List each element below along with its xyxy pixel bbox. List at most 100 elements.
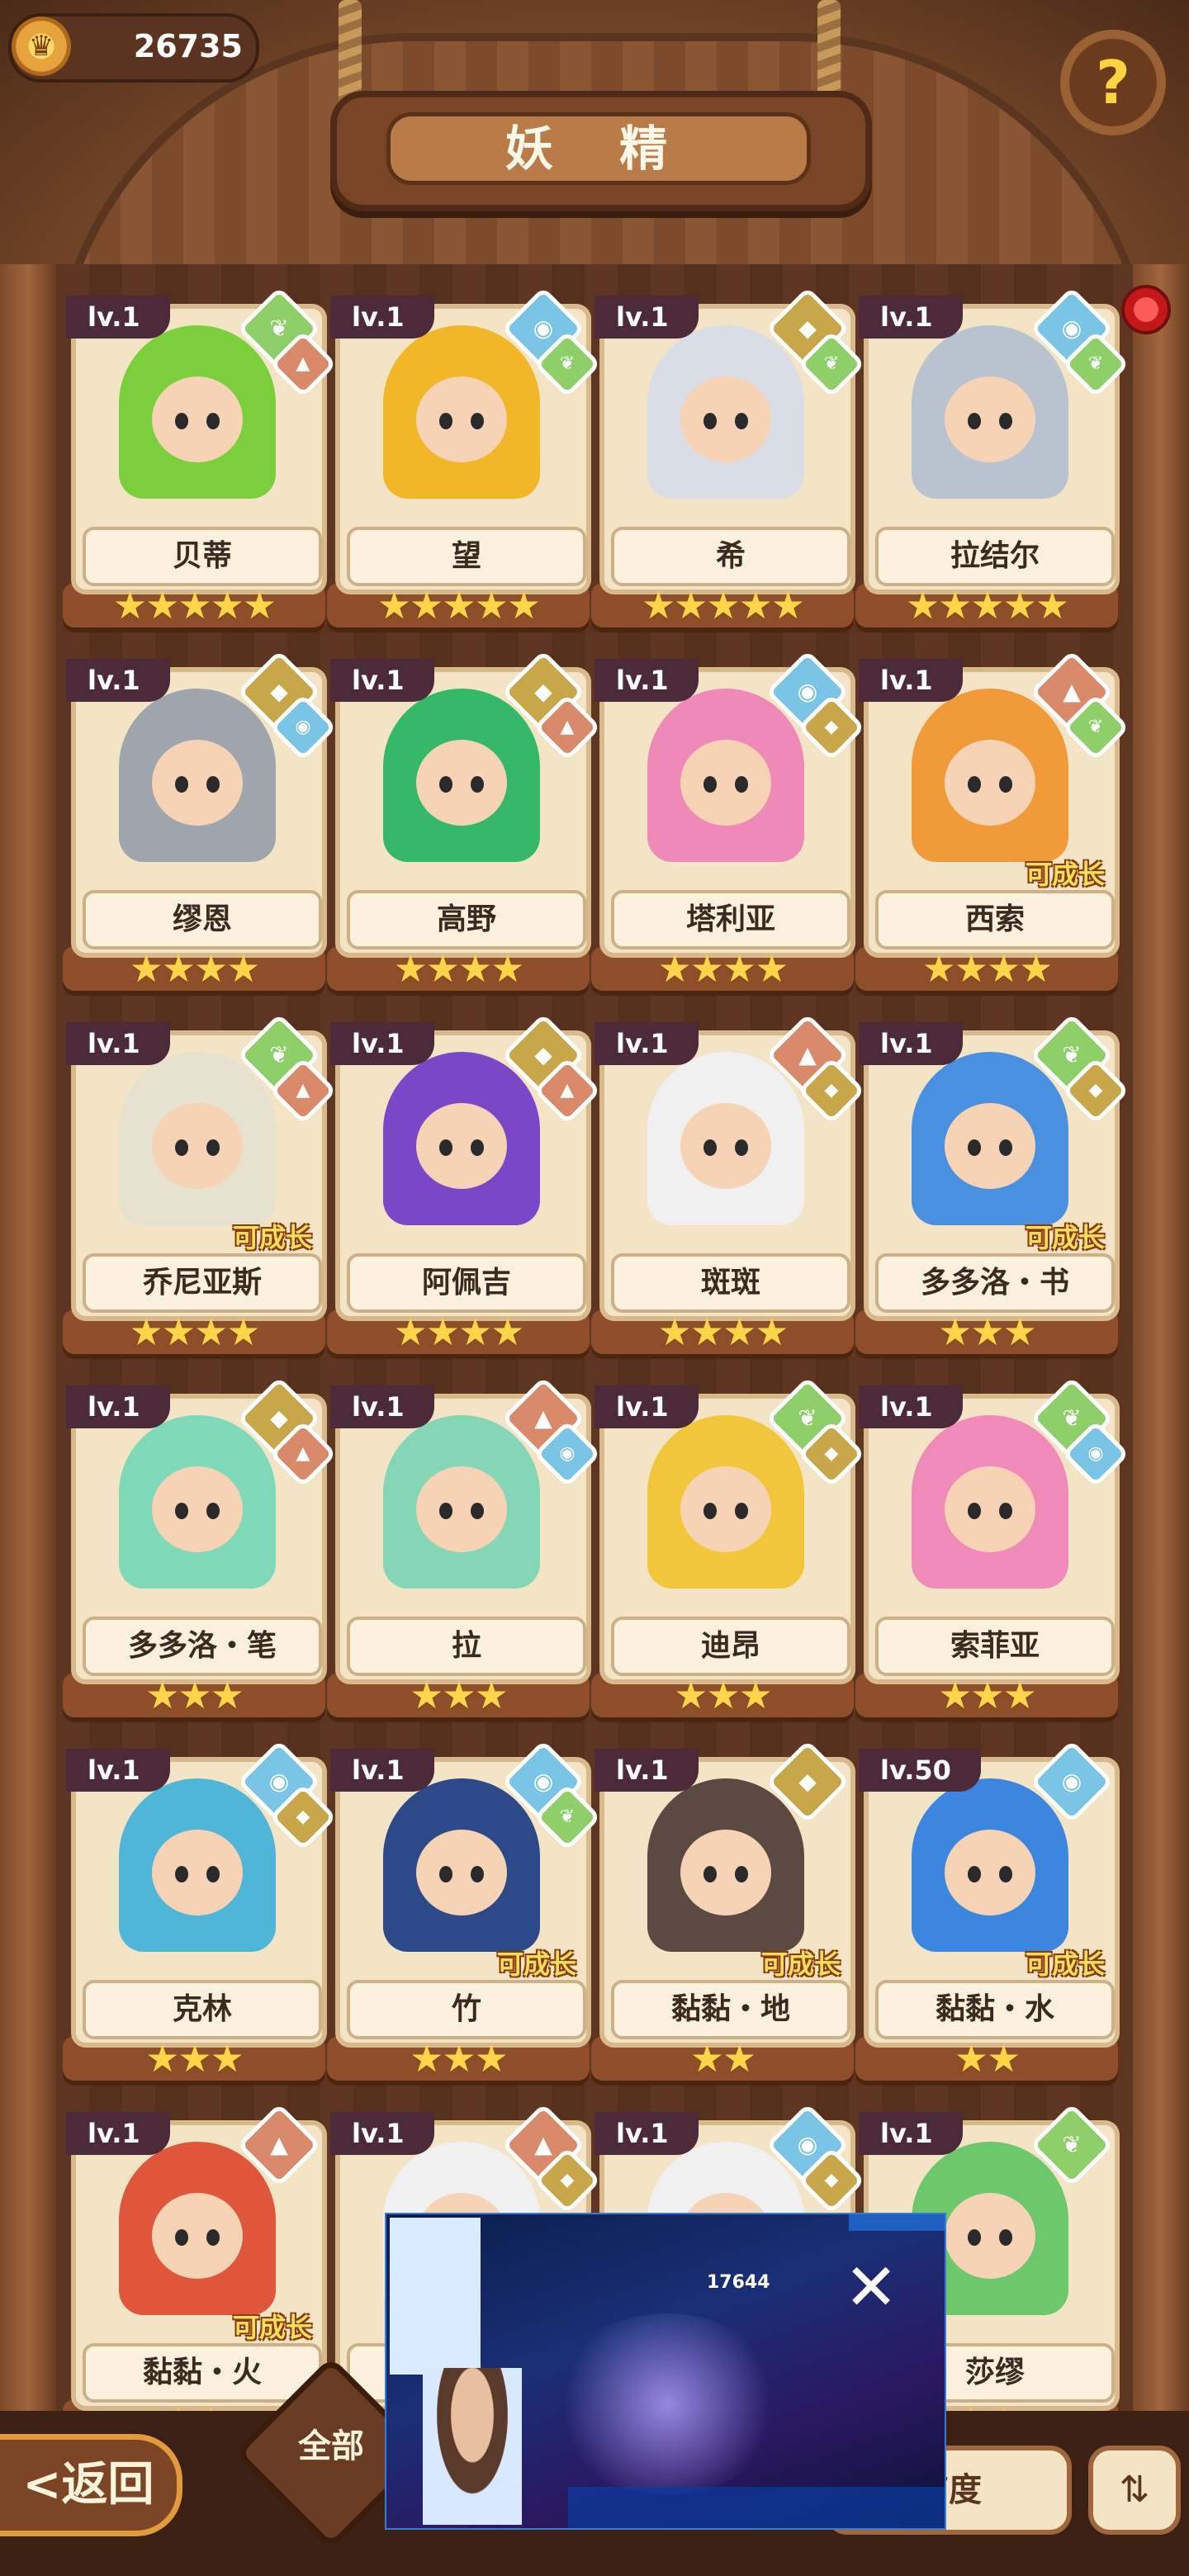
currency-bar[interactable]: ♛ 26735	[8, 13, 259, 83]
question-sprout-icon: ?	[1096, 48, 1130, 117]
fairy-name: 迪昂	[611, 1617, 850, 1676]
fairy-name: 缪恩	[83, 890, 322, 949]
eye	[703, 1139, 717, 1156]
fairy-card[interactable]: 阿佩吉 lv.1 ◆ ▲ ★★★★	[327, 1013, 602, 1354]
level-badge: lv.1	[859, 659, 963, 702]
fairy-card[interactable]: 拉结尔 lv.1 ◉ ❦ ★★★★★	[855, 286, 1130, 627]
fairy-face	[945, 1466, 1035, 1552]
fairy-card[interactable]: 黏黏・火可成长lv.1▲★★	[63, 2103, 327, 2444]
overlay-streamer-avatar	[423, 2368, 522, 2525]
level-badge: lv.1	[594, 1022, 699, 1065]
fairy-card[interactable]: 贝蒂 lv.1 ❦ ▲ ★★★★★	[63, 286, 338, 627]
fairy-face	[152, 376, 243, 462]
eye	[968, 1503, 981, 1519]
fairy-portrait	[119, 325, 276, 499]
star-rating: ★★	[954, 2036, 1021, 2081]
growable-label: 可成长	[232, 1222, 312, 1253]
eye	[968, 776, 981, 793]
help-button[interactable]: ?	[1060, 30, 1166, 135]
eye	[175, 2229, 188, 2246]
fairy-face	[945, 2193, 1035, 2279]
eye	[999, 1139, 1012, 1156]
level-badge: lv.50	[859, 1749, 981, 1792]
eye	[735, 1139, 748, 1156]
eye	[735, 776, 748, 793]
fairy-card[interactable]: 索菲亚 lv.1 ❦ ◉ ★★★	[855, 1376, 1130, 1717]
level-badge: lv.1	[594, 659, 699, 702]
level-badge: lv.1	[330, 659, 434, 702]
back-button[interactable]: <返回	[0, 2434, 182, 2536]
level-badge: lv.1	[594, 2112, 699, 2155]
fairy-name: 多多洛・笔	[83, 1617, 322, 1676]
eye	[175, 1503, 188, 1519]
level-badge: lv.1	[594, 1385, 699, 1428]
fairy-card[interactable]: 克林 lv.1 ◉ ◆ ★★★	[63, 1740, 338, 2081]
fairy-card[interactable]: 乔尼亚斯 可成长 lv.1 ❦ ▲ ★★★★	[63, 1013, 338, 1354]
fairy-name: 乔尼亚斯	[83, 1253, 322, 1313]
fairy-portrait	[647, 1778, 804, 1952]
fairy-portrait	[647, 689, 804, 862]
star-rating: ★★★	[938, 1673, 1037, 1717]
cabinet-side-right	[1133, 264, 1189, 2427]
eye	[968, 2229, 981, 2246]
star-rating: ★★★★★	[641, 583, 805, 627]
fairy-card[interactable]: 缪恩 lv.1 ◆ ◉ ★★★★	[63, 650, 338, 991]
fairy-card[interactable]: 多多洛・书 可成长 lv.1 ❦ ◆ ★★★	[855, 1013, 1130, 1354]
eye	[439, 776, 452, 793]
fairy-portrait	[912, 1778, 1068, 1952]
fairy-card[interactable]: 西索 可成长 lv.1 ▲ ❦ ★★★★	[855, 650, 1130, 991]
level-badge: lv.1	[330, 1385, 434, 1428]
fairy-card[interactable]: 希 lv.1 ◆ ❦ ★★★★★	[591, 286, 866, 627]
fairy-card[interactable]: 迪昂 lv.1 ❦ ◆ ★★★	[591, 1376, 866, 1717]
fairy-portrait	[119, 1052, 276, 1225]
growable-label: 可成长	[760, 1949, 841, 1980]
star-rating: ★★★	[145, 1673, 244, 1717]
filter-all-label: 全部	[298, 2427, 364, 2465]
growable-label: 可成长	[496, 1949, 576, 1980]
level-badge: lv.1	[66, 659, 170, 702]
fairy-portrait	[119, 1778, 276, 1952]
fairy-card[interactable]: 黏黏・水 可成长 lv.50 ◉ ★★	[855, 1740, 1120, 2081]
coin-amount: 26735	[133, 28, 243, 64]
fairy-name: 拉结尔	[875, 527, 1115, 586]
fairy-card[interactable]: 黏黏・地 可成长 lv.1 ◆ ★★	[591, 1740, 855, 2081]
fairy-name: 望	[347, 527, 586, 586]
fairy-name: 黏黏・火	[83, 2343, 322, 2403]
eye	[968, 413, 981, 429]
fairy-portrait	[647, 325, 804, 499]
eye	[999, 1866, 1012, 1882]
eye	[175, 776, 188, 793]
fairy-card[interactable]: 塔利亚 lv.1 ◉ ◆ ★★★★	[591, 650, 866, 991]
fairy-portrait	[119, 2142, 276, 2315]
star-rating: ★★★★	[393, 946, 525, 991]
floating-video-window[interactable]: 17644 ✕	[385, 2213, 946, 2530]
eye	[999, 776, 1012, 793]
fairy-face	[680, 376, 771, 462]
fairy-card[interactable]: 望 lv.1 ◉ ❦ ★★★★★	[327, 286, 602, 627]
fairy-card[interactable]: 竹可成长 lv.1 ◉ ❦ ★★★	[327, 1740, 602, 2081]
fairy-name: 塔利亚	[611, 890, 850, 949]
eye	[439, 413, 452, 429]
fairy-face	[680, 1830, 771, 1915]
level-badge: lv.1	[330, 1022, 434, 1065]
eye	[471, 413, 484, 429]
fairy-card[interactable]: 拉 lv.1 ▲ ◉ ★★★	[327, 1376, 602, 1717]
fairy-card[interactable]: 高野 lv.1 ◆ ▲ ★★★★	[327, 650, 602, 991]
star-rating: ★★★	[674, 1673, 773, 1717]
fairy-card[interactable]: 斑斑 lv.1 ▲ ◆ ★★★★	[591, 1013, 866, 1354]
fairy-name: 黏黏・水	[875, 1980, 1115, 2039]
notification-dot[interactable]	[1121, 285, 1171, 334]
fairy-name: 克林	[83, 1980, 322, 2039]
star-rating: ★★★★★	[905, 583, 1069, 627]
eye	[735, 413, 748, 429]
fairy-portrait	[912, 1052, 1068, 1225]
fairy-card[interactable]: 多多洛・笔 lv.1 ◆ ▲ ★★★	[63, 1376, 338, 1717]
fairy-name: 斑斑	[611, 1253, 850, 1313]
level-badge: lv.1	[66, 1749, 170, 1792]
sort-order-button[interactable]: ⇅	[1088, 2446, 1181, 2535]
fairy-portrait	[647, 1415, 804, 1589]
overlay-notes-panel	[390, 2218, 481, 2375]
eye	[471, 1139, 484, 1156]
close-icon[interactable]: ✕	[839, 2256, 903, 2320]
fairy-face	[416, 376, 507, 462]
